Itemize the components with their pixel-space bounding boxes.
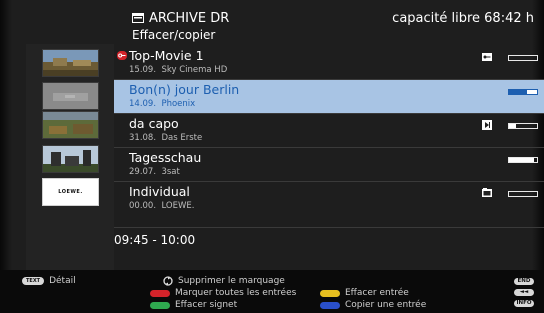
recording-row[interactable]: da capo 31.08. Das Erste [114,114,544,147]
key-flag-icon [482,53,492,61]
progress-bar [508,191,538,197]
recording-meta: 15.09. Sky Cinema HD [129,65,227,75]
yellow-button-icon [320,289,340,297]
recording-date: 14.09. [129,99,157,109]
recording-title: Tagesschau [129,150,202,165]
recording-title: Top-Movie 1 [129,48,204,63]
text-button-badge: TEXT [22,277,45,285]
archive-screen: ARCHIVE DR Effacer/copier capacité libre… [0,0,544,313]
thumb-tagesschau [42,145,99,173]
green-button-icon [150,301,170,309]
progress-fill [509,124,516,128]
progress-bar [508,55,538,61]
thumb-bonn-jour [42,82,99,110]
thumbnail-column: LOEWE. [26,44,114,270]
capacity-free: capacité libre 68:42 h [392,11,534,26]
recording-row[interactable]: Tagesschau 29.07. 3sat [114,148,544,181]
recording-title: Bon(n) jour Berlin [129,82,240,97]
header: ARCHIVE DR Effacer/copier capacité libre… [114,6,544,46]
recording-channel: Phoenix [161,99,196,109]
blue-button-icon [320,301,340,309]
recording-date: 15.09. [129,65,157,75]
lock-icon [117,51,127,60]
info-button-badge[interactable]: INFO [514,300,534,307]
remove-mark-hint[interactable]: Supprimer le marquage [163,276,285,287]
recording-date: 31.08. [129,133,157,143]
footer-help-bar: TEXT Détail Supprimer le marquage Marquer… [0,270,544,313]
recording-title: Individual [129,184,190,199]
detail-label: Détail [49,276,76,286]
loewe-logo-text: LOEWE. [58,189,83,195]
mark-all-label: Marquer toutes les entrées [175,288,297,298]
recording-date: 29.07. [129,167,157,177]
recording-row-selected[interactable]: Bon(n) jour Berlin 14.09. Phoenix [114,80,544,113]
recording-channel: Das Erste [161,133,203,143]
camera-flag-icon [482,188,492,197]
archive-icon [132,13,144,23]
delete-signet-label: Effacer signet [175,300,238,310]
recording-row[interactable]: Top-Movie 1 15.09. Sky Cinema HD [114,46,544,79]
progress-bar [508,123,538,129]
progress-bar [508,157,538,163]
recording-meta: 31.08. Das Erste [129,133,202,143]
recording-meta: 29.07. 3sat [129,167,180,177]
recordings-list: Top-Movie 1 15.09. Sky Cinema HD Bon(n) … [114,46,544,216]
time-range: 09:45 - 10:00 [114,233,196,247]
remove-mark-label: Supprimer le marquage [178,276,285,286]
recording-channel: Sky Cinema HD [161,65,228,75]
progress-fill [509,158,534,162]
recording-meta: 14.09. Phoenix [129,99,195,109]
thumb-da-capo [42,111,99,139]
delete-signet-hint[interactable]: Effacer signet [150,300,237,311]
end-button-badge[interactable]: END [514,278,534,285]
archive-title: ARCHIVE DR [149,11,230,26]
list-bottom-divider [114,227,544,228]
recording-title: da capo [129,116,179,131]
recording-channel: 3sat [161,167,180,177]
archive-subtitle: Effacer/copier [132,28,216,42]
recording-row[interactable]: Individual 00.00. LOEWE. [114,182,544,215]
copy-entry-hint[interactable]: Copier une entrée [320,300,426,311]
red-button-icon [150,289,170,297]
recording-date: 00.00. [129,201,157,211]
delete-entry-hint[interactable]: Effacer entrée [320,288,409,299]
progress-bar [508,89,538,95]
mark-all-hint[interactable]: Marquer toutes les entrées [150,288,296,299]
rewind-button-badge[interactable]: ◄◄ [514,289,534,296]
detail-hint[interactable]: TEXT Détail [22,276,76,287]
progress-fill [509,90,528,94]
recording-channel: LOEWE. [161,201,195,211]
recording-meta: 00.00. LOEWE. [129,201,194,211]
thumb-top-movie [42,49,99,77]
arrows-circle-icon [163,276,173,286]
delete-entry-label: Effacer entrée [345,288,409,298]
play-flag-icon [482,120,492,130]
thumb-individual: LOEWE. [42,178,99,206]
copy-entry-label: Copier une entrée [345,300,427,310]
